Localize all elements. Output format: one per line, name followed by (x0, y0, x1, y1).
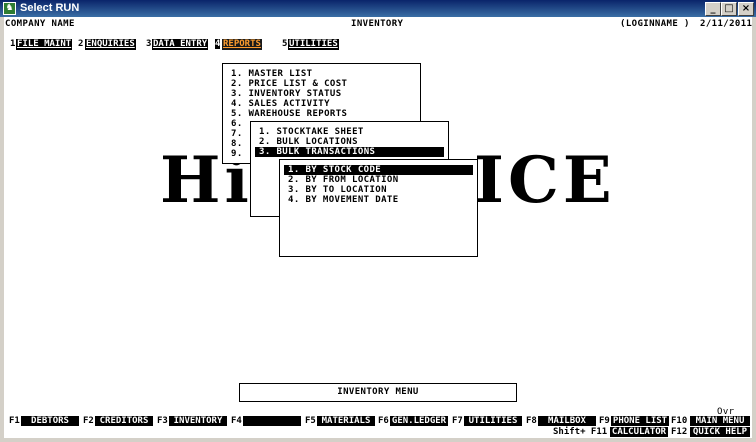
reports-item[interactable]: 7. (231, 129, 243, 139)
fkey-blank[interactable] (243, 416, 301, 426)
fkey-quick-help[interactable]: QUICK HELP (690, 427, 750, 437)
transactions-item[interactable]: 2. BY FROM LOCATION (288, 175, 399, 185)
fkey-gen-ledger[interactable]: GEN.LEDGER (390, 416, 448, 426)
menu-data-entry[interactable]: DATA ENTRY (152, 39, 209, 50)
status-box: INVENTORY MENU (239, 383, 517, 402)
fkey-label: F1 (9, 416, 20, 426)
function-key-bar: F1 DEBTORS F2 CREDITORS F3 INVENTORY F4 … (4, 415, 752, 438)
fkey-label: F7 (452, 416, 463, 426)
transactions-item[interactable]: 3. BY TO LOCATION (288, 185, 387, 195)
close-button[interactable]: × (738, 2, 754, 16)
minimize-button[interactable]: _ (705, 2, 721, 16)
fkey-creditors[interactable]: CREDITORS (95, 416, 153, 426)
reports-item[interactable]: 9. (231, 149, 243, 159)
menu-file-maint[interactable]: FILE MAINT (16, 39, 73, 50)
menu-enquiries[interactable]: ENQUIRIES (85, 39, 136, 50)
window-titlebar: ♞ Select RUN _ □ × (0, 0, 756, 17)
reports-item[interactable]: 2. PRICE LIST & COST (231, 79, 347, 89)
reports-item[interactable]: 8. (231, 139, 243, 149)
background-logo-right: ICE (474, 143, 616, 218)
terminal-screen: COMPANY NAME INVENTORY (LOGINNAME ) 2/11… (4, 17, 752, 438)
menu-key: 1 (10, 39, 16, 49)
fkey-mailbox[interactable]: MAILBOX (538, 416, 596, 426)
app-icon: ♞ (3, 2, 16, 15)
fkey-label: F4 (231, 416, 242, 426)
fkey-label: F8 (526, 416, 537, 426)
warehouse-item-selected[interactable]: 3. BULK TRANSACTIONS (255, 147, 444, 157)
current-date: 2/11/2011 (700, 19, 752, 29)
transactions-item[interactable]: 4. BY MOVEMENT DATE (288, 195, 399, 205)
fkey-label: F3 (157, 416, 168, 426)
reports-item[interactable]: 6. (231, 119, 243, 129)
transactions-menu: 1. BY STOCK CODE 2. BY FROM LOCATION 3. … (279, 159, 478, 257)
login-name: (LOGINNAME ) (620, 19, 690, 29)
reports-item[interactable]: 1. MASTER LIST (231, 69, 312, 79)
transactions-item-selected[interactable]: 1. BY STOCK CODE (284, 165, 473, 175)
menu-key: 2 (78, 39, 84, 49)
menu-key: 5 (282, 39, 288, 49)
company-name: COMPANY NAME (5, 19, 75, 29)
reports-item[interactable]: 3. INVENTORY STATUS (231, 89, 342, 99)
fkey-label: Shift+ F11 (553, 427, 608, 437)
fkey-debtors[interactable]: DEBTORS (21, 416, 79, 426)
menu-key: 4 (215, 39, 221, 49)
status-text: INVENTORY MENU (337, 387, 419, 397)
fkey-utilities[interactable]: UTILITIES (464, 416, 522, 426)
fkey-main-menu[interactable]: MAIN MENU (690, 416, 750, 426)
fkey-label: F6 (378, 416, 389, 426)
fkey-materials[interactable]: MATERIALS (317, 416, 375, 426)
menu-reports[interactable]: REPORTS (222, 39, 262, 50)
fkey-label: F5 (305, 416, 316, 426)
maximize-button[interactable]: □ (721, 2, 737, 16)
reports-item[interactable]: 4. SALES ACTIVITY (231, 99, 330, 109)
module-title: INVENTORY (351, 19, 404, 29)
fkey-label: F12 (671, 427, 688, 437)
warehouse-item[interactable]: 1. STOCKTAKE SHEET (259, 127, 364, 137)
fkey-label: F9 (599, 416, 610, 426)
reports-item[interactable]: 5. WAREHOUSE REPORTS (231, 109, 347, 119)
fkey-phone-list[interactable]: PHONE LIST (611, 416, 669, 426)
menu-utilities[interactable]: UTILITIES (288, 39, 339, 50)
menu-key: 3 (146, 39, 152, 49)
fkey-inventory[interactable]: INVENTORY (169, 416, 227, 426)
window-title: Select RUN (20, 2, 80, 14)
warehouse-item[interactable]: 2. BULK LOCATIONS (259, 137, 358, 147)
fkey-label: F10 (671, 416, 688, 426)
fkey-label: F2 (83, 416, 94, 426)
fkey-calculator[interactable]: CALCULATOR (610, 427, 668, 437)
